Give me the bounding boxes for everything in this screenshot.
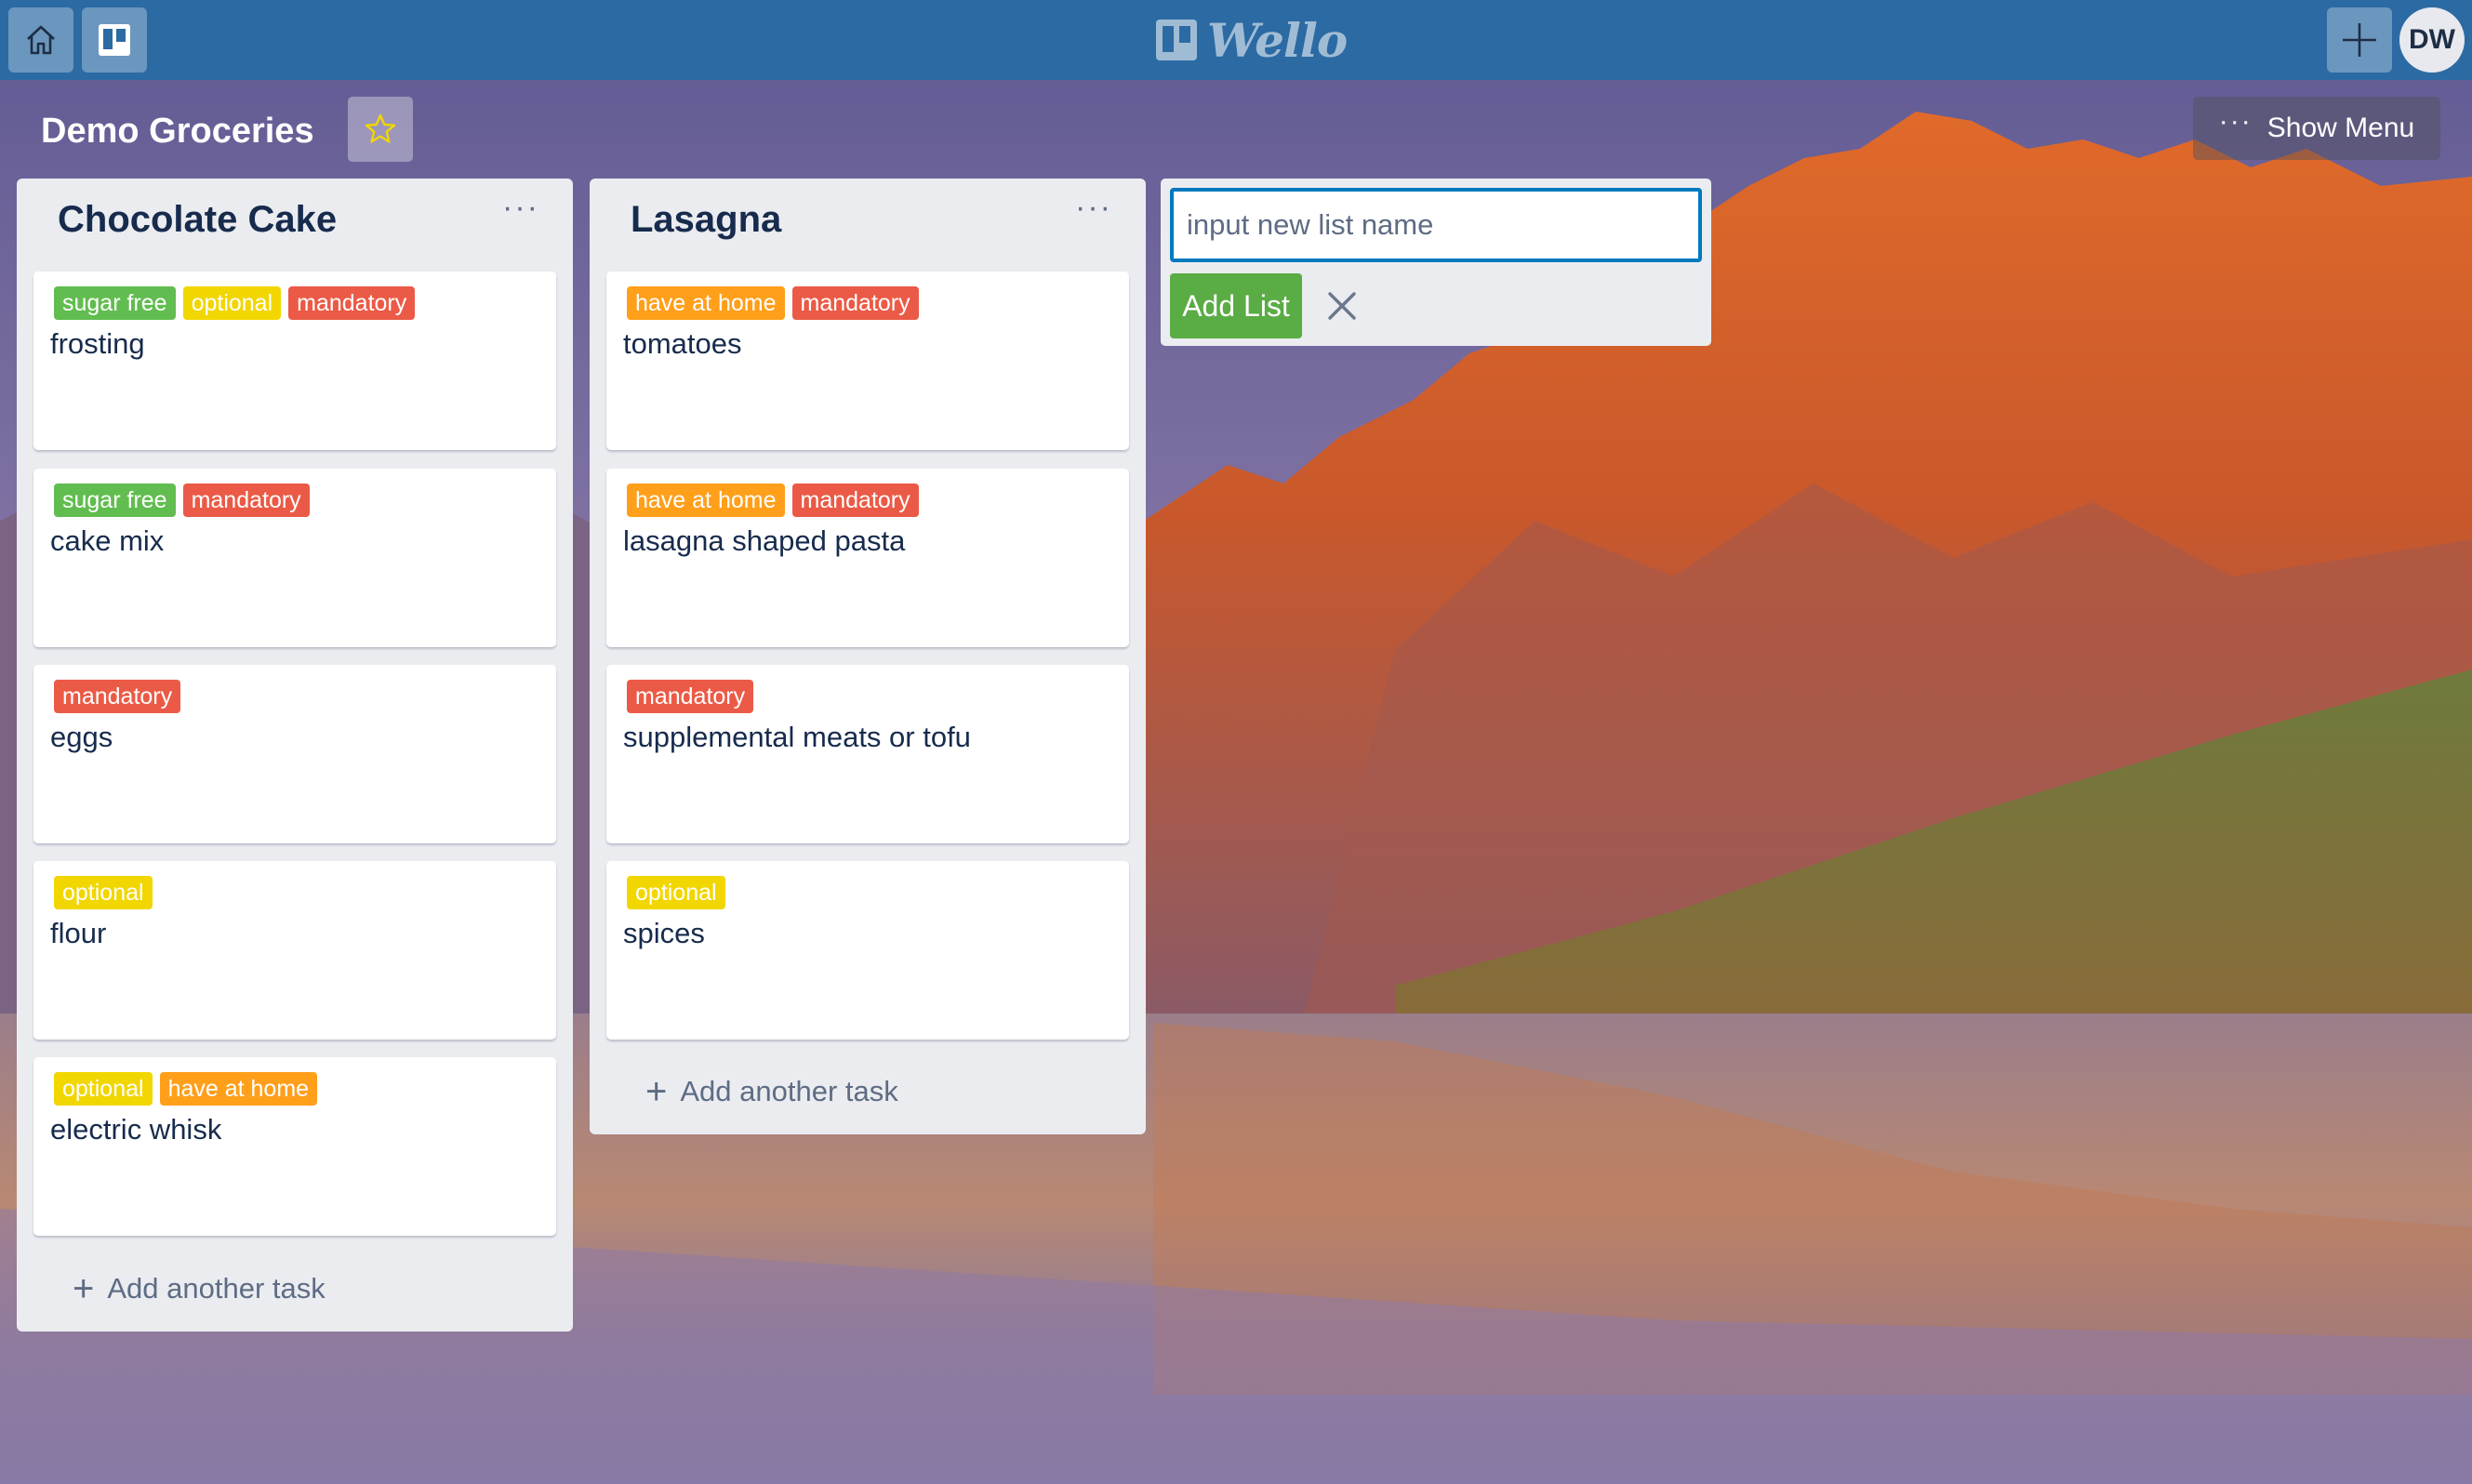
show-menu-label: Show Menu: [2266, 113, 2415, 143]
list-lasagna: Lasagna ··· have at home mandatory tomat…: [590, 179, 1146, 1134]
add-task-button[interactable]: + Add another task: [645, 1064, 898, 1120]
show-menu-button[interactable]: ··· Show Menu: [2193, 97, 2440, 160]
close-icon: [1328, 292, 1356, 320]
app-name: Wello: [1207, 12, 1348, 68]
label-have-at-home: have at home: [627, 484, 785, 517]
add-task-label: Add another task: [107, 1272, 326, 1305]
card-labels: mandatory: [627, 680, 754, 713]
add-list-button[interactable]: Add List: [1170, 273, 1302, 338]
label-optional: optional: [627, 876, 725, 909]
more-icon: ···: [2218, 106, 2253, 137]
card-title: flour: [50, 917, 107, 949]
app-logo[interactable]: Wello: [1153, 11, 1348, 69]
card-labels: have at home mandatory: [627, 286, 919, 320]
home-button[interactable]: [8, 7, 73, 73]
home-icon: [27, 25, 55, 55]
label-optional: optional: [54, 1072, 153, 1106]
card-labels: optional: [627, 876, 725, 909]
card[interactable]: optional spices: [606, 861, 1129, 1040]
label-mandatory: mandatory: [182, 484, 310, 517]
list-menu-icon[interactable]: ···: [502, 190, 539, 226]
label-have-at-home: have at home: [627, 286, 785, 320]
card[interactable]: optional flour: [33, 861, 556, 1040]
card-labels: optional: [54, 876, 153, 909]
card[interactable]: optional have at home electric whisk: [33, 1057, 556, 1236]
top-navigation-bar: Wello DW: [0, 0, 2472, 80]
label-mandatory: mandatory: [627, 680, 754, 713]
list-menu-icon[interactable]: ···: [1075, 190, 1112, 226]
label-mandatory: mandatory: [791, 286, 919, 320]
label-have-at-home: have at home: [159, 1072, 318, 1106]
plus-icon: [2343, 23, 2376, 57]
card[interactable]: have at home mandatory lasagna shaped pa…: [606, 469, 1129, 647]
add-task-label: Add another task: [680, 1075, 898, 1107]
create-button[interactable]: [2327, 7, 2392, 73]
label-mandatory: mandatory: [54, 680, 181, 713]
user-avatar[interactable]: DW: [2399, 7, 2465, 73]
card[interactable]: sugar free mandatory cake mix: [33, 469, 556, 647]
label-sugar-free: sugar free: [54, 286, 176, 320]
card-title: tomatoes: [623, 327, 742, 360]
card-labels: mandatory: [54, 680, 181, 713]
card-title: lasagna shaped pasta: [623, 524, 906, 557]
star-icon: [365, 113, 396, 143]
label-mandatory: mandatory: [791, 484, 919, 517]
cancel-button[interactable]: [1319, 283, 1365, 329]
label-sugar-free: sugar free: [54, 484, 176, 517]
board-title[interactable]: Demo Groceries: [41, 106, 314, 156]
boards-icon: [99, 24, 130, 56]
star-board-button[interactable]: [348, 97, 413, 162]
card[interactable]: have at home mandatory tomatoes: [606, 272, 1129, 450]
boards-button[interactable]: [82, 7, 147, 73]
card[interactable]: sugar free optional mandatory frosting: [33, 272, 556, 450]
plus-icon: +: [645, 1071, 668, 1112]
card-title: frosting: [50, 327, 145, 360]
card-labels: optional have at home: [54, 1072, 318, 1106]
logo-icon: [1156, 20, 1197, 60]
card-title: eggs: [50, 721, 113, 753]
list-header: Chocolate Cake ···: [17, 179, 573, 268]
card-labels: sugar free optional mandatory: [54, 286, 416, 320]
new-list-name-input[interactable]: [1170, 188, 1702, 262]
list-chocolate-cake: Chocolate Cake ··· sugar free optional m…: [17, 179, 573, 1332]
add-task-button[interactable]: + Add another task: [73, 1261, 326, 1317]
plus-icon: +: [73, 1268, 95, 1309]
label-mandatory: mandatory: [288, 286, 416, 320]
list-title[interactable]: Lasagna: [631, 199, 781, 241]
card-title: spices: [623, 917, 705, 949]
list-header: Lasagna ···: [590, 179, 1146, 268]
add-list-composer: Add List: [1161, 179, 1711, 346]
list-title[interactable]: Chocolate Cake: [58, 199, 337, 241]
card-title: cake mix: [50, 524, 165, 557]
label-optional: optional: [54, 876, 153, 909]
card-labels: sugar free mandatory: [54, 484, 310, 517]
card[interactable]: mandatory eggs: [33, 665, 556, 843]
card-title: supplemental meats or tofu: [623, 721, 971, 753]
card-labels: have at home mandatory: [627, 484, 919, 517]
card[interactable]: mandatory supplemental meats or tofu: [606, 665, 1129, 843]
label-optional: optional: [182, 286, 282, 320]
card-title: electric whisk: [50, 1113, 222, 1146]
